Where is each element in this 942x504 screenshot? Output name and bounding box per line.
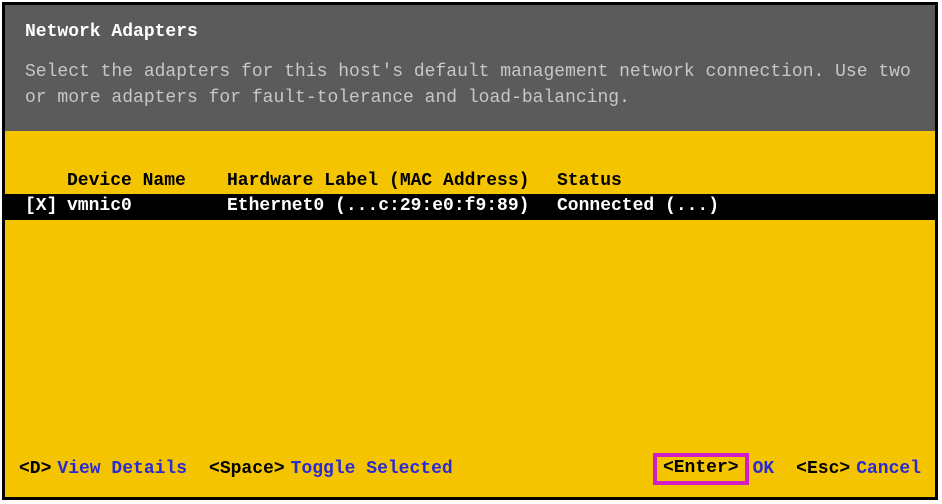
panel-body: Device Name Hardware Label (MAC Address)…: [5, 131, 935, 497]
row-status: Connected (...): [557, 194, 915, 219]
hint-space-action[interactable]: Toggle Selected: [291, 459, 453, 479]
panel-header: Network Adapters Select the adapters for…: [5, 5, 935, 131]
hint-enter-action[interactable]: OK: [753, 459, 775, 479]
hint-enter-key: <Enter>: [663, 458, 739, 478]
hint-space-key: <Space>: [209, 459, 285, 479]
network-adapters-panel: Network Adapters Select the adapters for…: [2, 2, 938, 500]
table-header-status: Status: [557, 169, 915, 194]
hint-enter-highlight: <Enter>: [653, 453, 749, 485]
row-checkbox[interactable]: [X]: [25, 194, 67, 219]
table-header-hw: Hardware Label (MAC Address): [227, 169, 557, 194]
hint-d-action[interactable]: View Details: [57, 459, 187, 479]
row-device-name: vmnic0: [67, 194, 227, 219]
adapters-table: Device Name Hardware Label (MAC Address)…: [5, 131, 935, 219]
table-header-row: Device Name Hardware Label (MAC Address)…: [5, 169, 935, 194]
panel-title: Network Adapters: [25, 19, 915, 45]
table-header-select: [25, 169, 67, 194]
table-header-device: Device Name: [67, 169, 227, 194]
panel-subtitle: Select the adapters for this host's defa…: [25, 59, 915, 111]
table-row[interactable]: [X] vmnic0 Ethernet0 (...c:29:e0:f9:89) …: [5, 194, 935, 219]
hint-esc-key: <Esc>: [796, 459, 850, 479]
row-hardware-label: Ethernet0 (...c:29:e0:f9:89): [227, 194, 557, 219]
hint-d-key: <D>: [19, 459, 51, 479]
footer-hints: <D> View Details <Space> Toggle Selected…: [5, 453, 935, 485]
hint-esc-action[interactable]: Cancel: [856, 459, 921, 479]
